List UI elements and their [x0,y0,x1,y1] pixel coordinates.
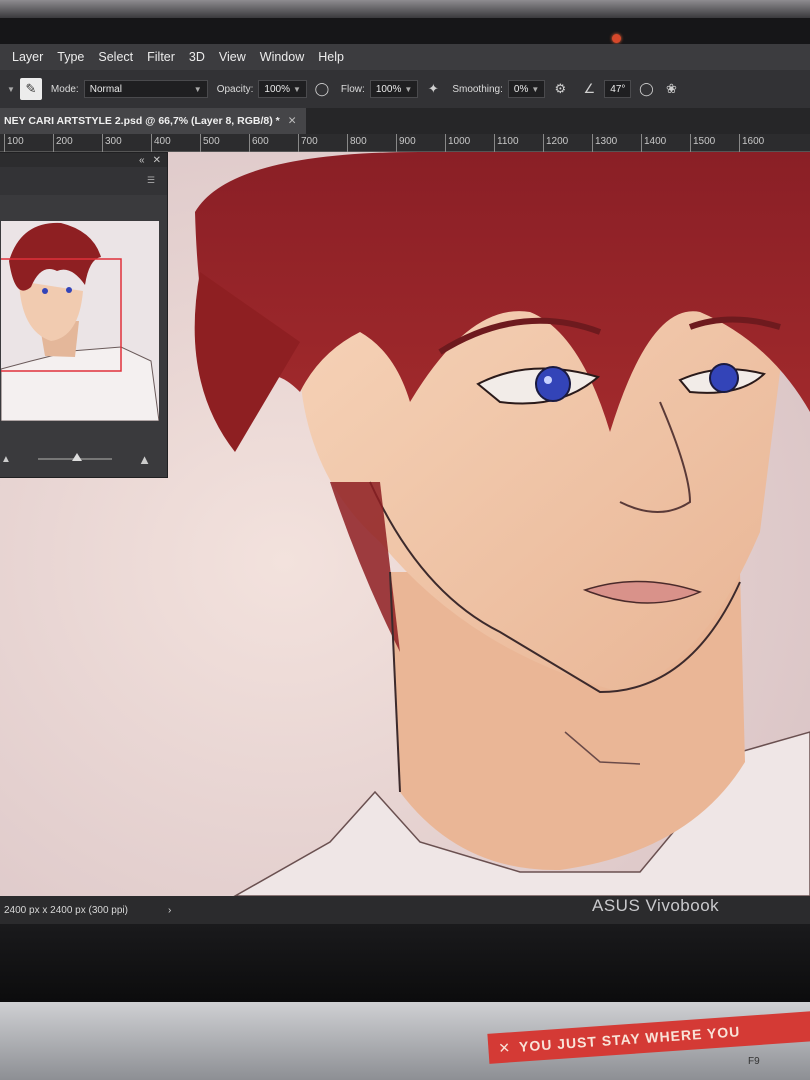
preset-chevron-down-icon[interactable]: ▼ [7,85,15,94]
horizontal-ruler: 100 200 300 400 500 600 700 800 900 1000 1100 1200 1… [0,134,810,152]
options-bar: ▼ ✎ Mode: Normal ▼ Opacity: 100% ▼ ◯ Flo… [0,70,810,108]
bezel-glare [0,0,810,18]
ruler-tick: 1500 [690,134,715,152]
left-eye-highlight [544,376,552,384]
menu-bar: Layer Type Select Filter 3D View Window … [0,44,810,70]
flow-field[interactable]: 100% ▼ [369,80,419,98]
ruler-tick: 600 [249,134,269,152]
menu-select[interactable]: Select [98,50,133,64]
laptop-brand: ASUS Vivobook [592,896,720,915]
ruler-tick: 1400 [641,134,666,152]
zoom-slider[interactable] [37,453,112,461]
ruler-tick: 100 [4,134,24,152]
laptop-bezel-top [0,0,810,48]
navigator-preview [1,221,159,421]
panel-menu-icon[interactable]: ☰ [147,175,155,186]
menu-window[interactable]: Window [260,50,304,64]
gear-icon[interactable]: ⚙ [550,79,570,99]
ruler-tick: 1000 [445,134,470,152]
navigator-zoom-row: ▲ ▲ [1,451,151,467]
ruler-tick: 1600 [739,134,764,152]
flow-label: Flow: [340,83,365,95]
close-tab-icon[interactable]: ✕ [288,115,297,127]
smoothing-chevron-down-icon: ▼ [531,84,540,94]
zoom-slider-knob[interactable] [71,453,82,461]
menu-type[interactable]: Type [57,50,84,64]
zoom-in-mountain-icon[interactable]: ▲ [138,452,151,467]
mode-value: Normal [89,83,122,95]
angle-icon: ∠ [583,81,596,96]
smoothing-label: Smoothing: [452,83,503,95]
panel-header: « ✕ [0,153,167,167]
navigator-thumbnail[interactable] [1,221,159,421]
document-tab-bar: NEY CARI ARTSTYLE 2.psd @ 66,7% (Layer 8… [0,108,810,134]
mode-chevron-down-icon: ▼ [193,84,202,94]
key-label: F9 [748,1056,760,1067]
angle-value: 47° [610,83,626,95]
menu-layer[interactable]: Layer [12,50,43,64]
mode-label: Mode: [50,83,79,95]
left-iris [535,366,571,402]
menu-view[interactable]: View [219,50,246,64]
document-tab-title: NEY CARI ARTSTYLE 2.psd @ 66,7% (Layer 8… [4,115,280,127]
ruler-tick: 500 [200,134,220,152]
pressure-opacity-icon[interactable]: ◯ [312,79,332,99]
right-iris [709,363,739,393]
screen: Layer Type Select Filter 3D View Window … [0,44,810,924]
webcam-light [612,34,621,43]
preview-left-eye [42,288,48,294]
ruler-tick: 300 [102,134,122,152]
ruler-tick: 400 [151,134,171,152]
opacity-label: Opacity: [216,83,254,95]
ruler-tick: 700 [298,134,318,152]
angle-field[interactable]: 47° [604,80,632,98]
navigator-panel: « ✕ ☰ ▲ ▲ [0,152,168,478]
zoom-out-mountain-icon[interactable]: ▲ [1,454,11,465]
sticker-close-icon: ✕ [497,1038,512,1056]
status-chevron-right-icon[interactable]: › [168,905,171,916]
opacity-field[interactable]: 100% ▼ [258,80,307,98]
preview-right-eye [66,287,72,293]
smoothing-field[interactable]: 0% ▼ [507,80,546,98]
panel-tab-row: ☰ [0,167,167,195]
pressure-size-icon[interactable]: ◯ [636,79,656,99]
ruler-tick: 200 [53,134,73,152]
close-panel-icon[interactable]: ✕ [153,155,161,166]
opacity-value: 100% [264,83,290,95]
mode-select[interactable]: Normal ▼ [83,80,208,98]
ruler-tick: 800 [347,134,367,152]
menu-help[interactable]: Help [318,50,344,64]
menu-3d[interactable]: 3D [189,50,205,64]
menu-filter[interactable]: Filter [147,50,175,64]
opacity-chevron-down-icon: ▼ [292,84,301,94]
laptop-bezel-bottom [0,924,810,1002]
ruler-tick: 900 [396,134,416,152]
smoothing-value: 0% [513,83,529,95]
brush-panel-icon[interactable]: ✎ [19,78,42,100]
ruler-tick: 1100 [494,134,519,152]
document-size: 2400 px x 2400 px (300 ppi) [4,904,128,916]
document-tab[interactable]: NEY CARI ARTSTYLE 2.psd @ 66,7% (Layer 8… [0,108,306,134]
flow-value: 100% [375,83,402,95]
airbrush-icon[interactable]: ✦ [423,79,443,99]
flow-chevron-down-icon: ▼ [404,84,413,94]
ruler-tick: 1300 [592,134,617,152]
ruler-tick: 1200 [543,134,568,152]
collapse-panel-icon[interactable]: « [139,155,145,166]
symmetry-butterfly-icon[interactable]: ❀ [661,79,681,99]
